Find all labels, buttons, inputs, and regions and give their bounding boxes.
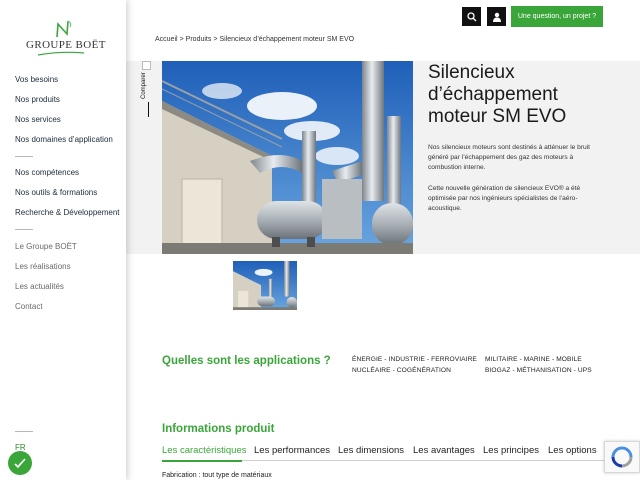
nav-divider [15, 229, 33, 230]
nav-groupe-boet[interactable]: Le Groupe BOËT [15, 242, 77, 251]
breadcrumb: Accueil > Produits > Silencieux d’échappemen… [155, 36, 354, 43]
user-icon [492, 12, 501, 22]
tab-options[interactable]: Les options [548, 445, 597, 456]
applications-list-item: NUCLÉAIRE - COGÉNÉRATION [352, 367, 451, 374]
product-title: Silencieux d’échappement moteur SM EVO [428, 62, 567, 127]
tab-dimensions[interactable]: Les dimensions [338, 445, 404, 456]
nav-competences[interactable]: Nos compétences [15, 168, 79, 177]
applications-list-item: BIOGAZ - MÉTHANISATION - UPS [485, 367, 592, 374]
applications-list-item: MILITAIRE - MARINE - MOBILE [485, 356, 582, 363]
nav-realisations[interactable]: Les réalisations [15, 262, 71, 271]
recaptcha-icon [611, 446, 633, 468]
nav-nos-produits[interactable]: Nos produits [15, 95, 60, 104]
nav-contact[interactable]: Contact [15, 302, 43, 311]
logo-leaf-icon [56, 20, 72, 38]
logo-text: GROUPE BOËT [26, 39, 106, 51]
applications-list-item: ÉNERGIE - INDUSTRIE - FERROVIAIRE [352, 356, 477, 363]
nav-outils-formations[interactable]: Nos outils & formations [15, 188, 97, 197]
product-description-1: Nos silencieux moteurs sont destinés à a… [428, 144, 590, 171]
contact-cta-button[interactable]: Une question, un projet ? [511, 6, 603, 27]
tab-caracteristiques[interactable]: Les caractéristiques [162, 445, 246, 456]
active-tab-indicator [162, 460, 242, 462]
breadcrumb-separator: > [213, 36, 218, 43]
logo-swoosh-icon [37, 51, 85, 56]
product-info-title: Informations produit [162, 423, 275, 435]
search-button[interactable] [462, 7, 481, 26]
product-info-tabs: Les caractéristiques Les performances Le… [162, 445, 604, 461]
applications-title: Quelles sont les applications ? [162, 355, 331, 367]
accessibility-icon [14, 458, 26, 469]
recaptcha-badge[interactable] [604, 441, 640, 473]
breadcrumb-home[interactable]: Accueil [155, 36, 178, 43]
nav-nos-services[interactable]: Nos services [15, 115, 61, 124]
account-button[interactable] [487, 7, 506, 26]
product-thumbnail[interactable] [233, 261, 297, 310]
accessibility-button[interactable] [8, 451, 32, 475]
nav-domaines-application[interactable]: Nos domaines d’application [15, 135, 113, 144]
lang-divider [15, 431, 33, 432]
compare-line [148, 102, 149, 117]
breadcrumb-products[interactable]: Produits [186, 36, 212, 43]
breadcrumb-separator: > [179, 36, 184, 43]
characteristic-line: Fabrication : tout type de matériaux [162, 472, 272, 479]
compare-checkbox[interactable] [142, 61, 151, 70]
breadcrumb-current: Silencieux d’échappement moteur SM EVO [219, 36, 355, 43]
search-icon [466, 11, 476, 21]
tab-principes[interactable]: Les principes [483, 445, 539, 456]
tab-avantages[interactable]: Les avantages [413, 445, 475, 456]
sidebar: GROUPE BOËT Vos besoins Nos produits Nos… [0, 0, 126, 480]
nav-divider [15, 156, 33, 157]
product-hero-image[interactable] [162, 61, 413, 254]
nav-recherche-developpement[interactable]: Recherche & Développement [15, 208, 120, 217]
nav-vos-besoins[interactable]: Vos besoins [15, 75, 58, 84]
logo[interactable]: GROUPE BOËT [22, 20, 106, 56]
product-description-2: Cette nouvelle génération de silencieux … [428, 185, 581, 212]
tab-performances[interactable]: Les performances [254, 445, 330, 456]
nav-actualites[interactable]: Les actualités [15, 282, 64, 291]
compare-label[interactable]: Comparer [141, 72, 147, 99]
